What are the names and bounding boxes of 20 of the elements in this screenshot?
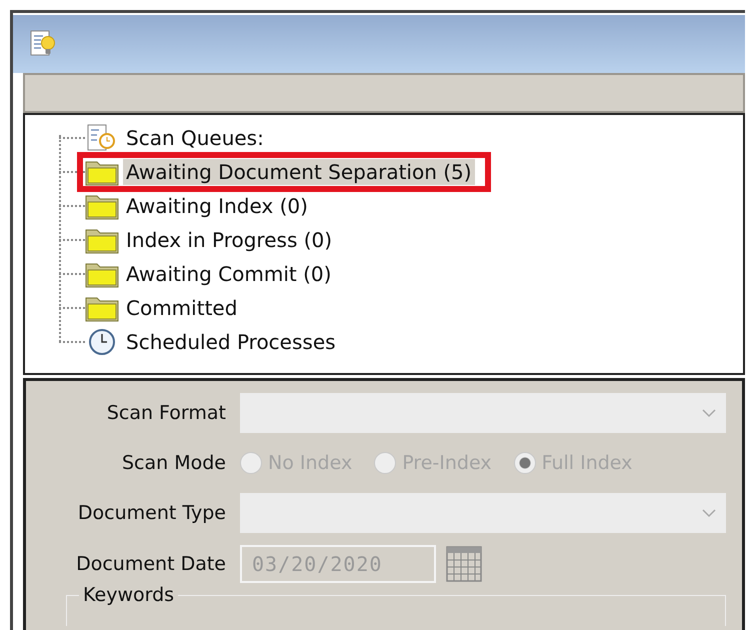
chevron-icon xyxy=(702,508,716,518)
radio-button[interactable] xyxy=(240,452,262,474)
group-label: Keywords xyxy=(79,584,178,606)
tree-item[interactable]: Awaiting Index (0) xyxy=(123,193,311,219)
field-label: Document Type xyxy=(76,502,226,524)
tree-item[interactable]: Awaiting Document Separation (5) xyxy=(123,159,475,185)
tree-item[interactable]: Committed xyxy=(123,295,240,321)
tree-item[interactable]: Awaiting Commit (0) xyxy=(123,261,334,287)
field-label: Document Date xyxy=(75,553,226,575)
document-type-dropdown[interactable] xyxy=(240,493,726,533)
radio-button[interactable] xyxy=(374,452,396,474)
tree-item[interactable]: Index in Progress (0) xyxy=(123,227,336,253)
calendar-icon[interactable] xyxy=(446,546,482,582)
chevron-icon xyxy=(702,408,716,418)
scan-format-dropdown[interactable] xyxy=(240,393,726,433)
tree-item[interactable]: Scheduled Processes xyxy=(123,329,339,355)
tree-item[interactable]: Scan Queues: xyxy=(123,125,267,151)
radio-button[interactable] xyxy=(514,452,536,474)
field-label: Scan Format xyxy=(106,402,226,424)
field-label: Scan Mode xyxy=(121,452,226,474)
